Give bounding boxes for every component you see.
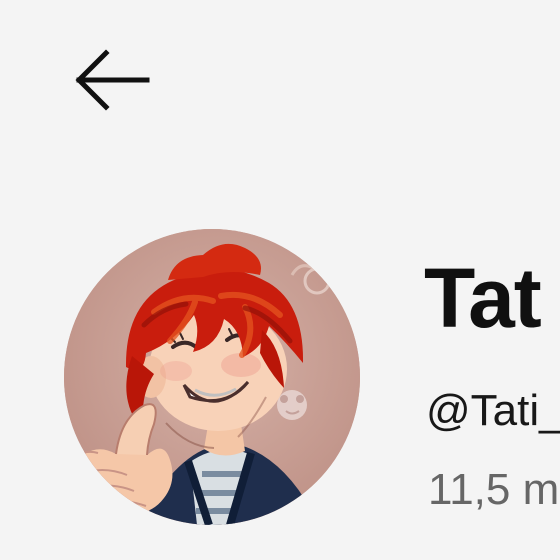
back-button[interactable] bbox=[70, 42, 156, 122]
channel-avatar[interactable] bbox=[64, 229, 360, 525]
channel-screen: Tat @Tati_ 11,5 m bbox=[0, 0, 560, 560]
channel-handle: @Tati_ bbox=[426, 386, 560, 435]
avatar-illustration bbox=[64, 229, 360, 525]
arrow-left-icon bbox=[75, 48, 151, 116]
channel-title: Tat bbox=[424, 251, 542, 345]
subscriber-count: 11,5 m bbox=[428, 465, 560, 514]
